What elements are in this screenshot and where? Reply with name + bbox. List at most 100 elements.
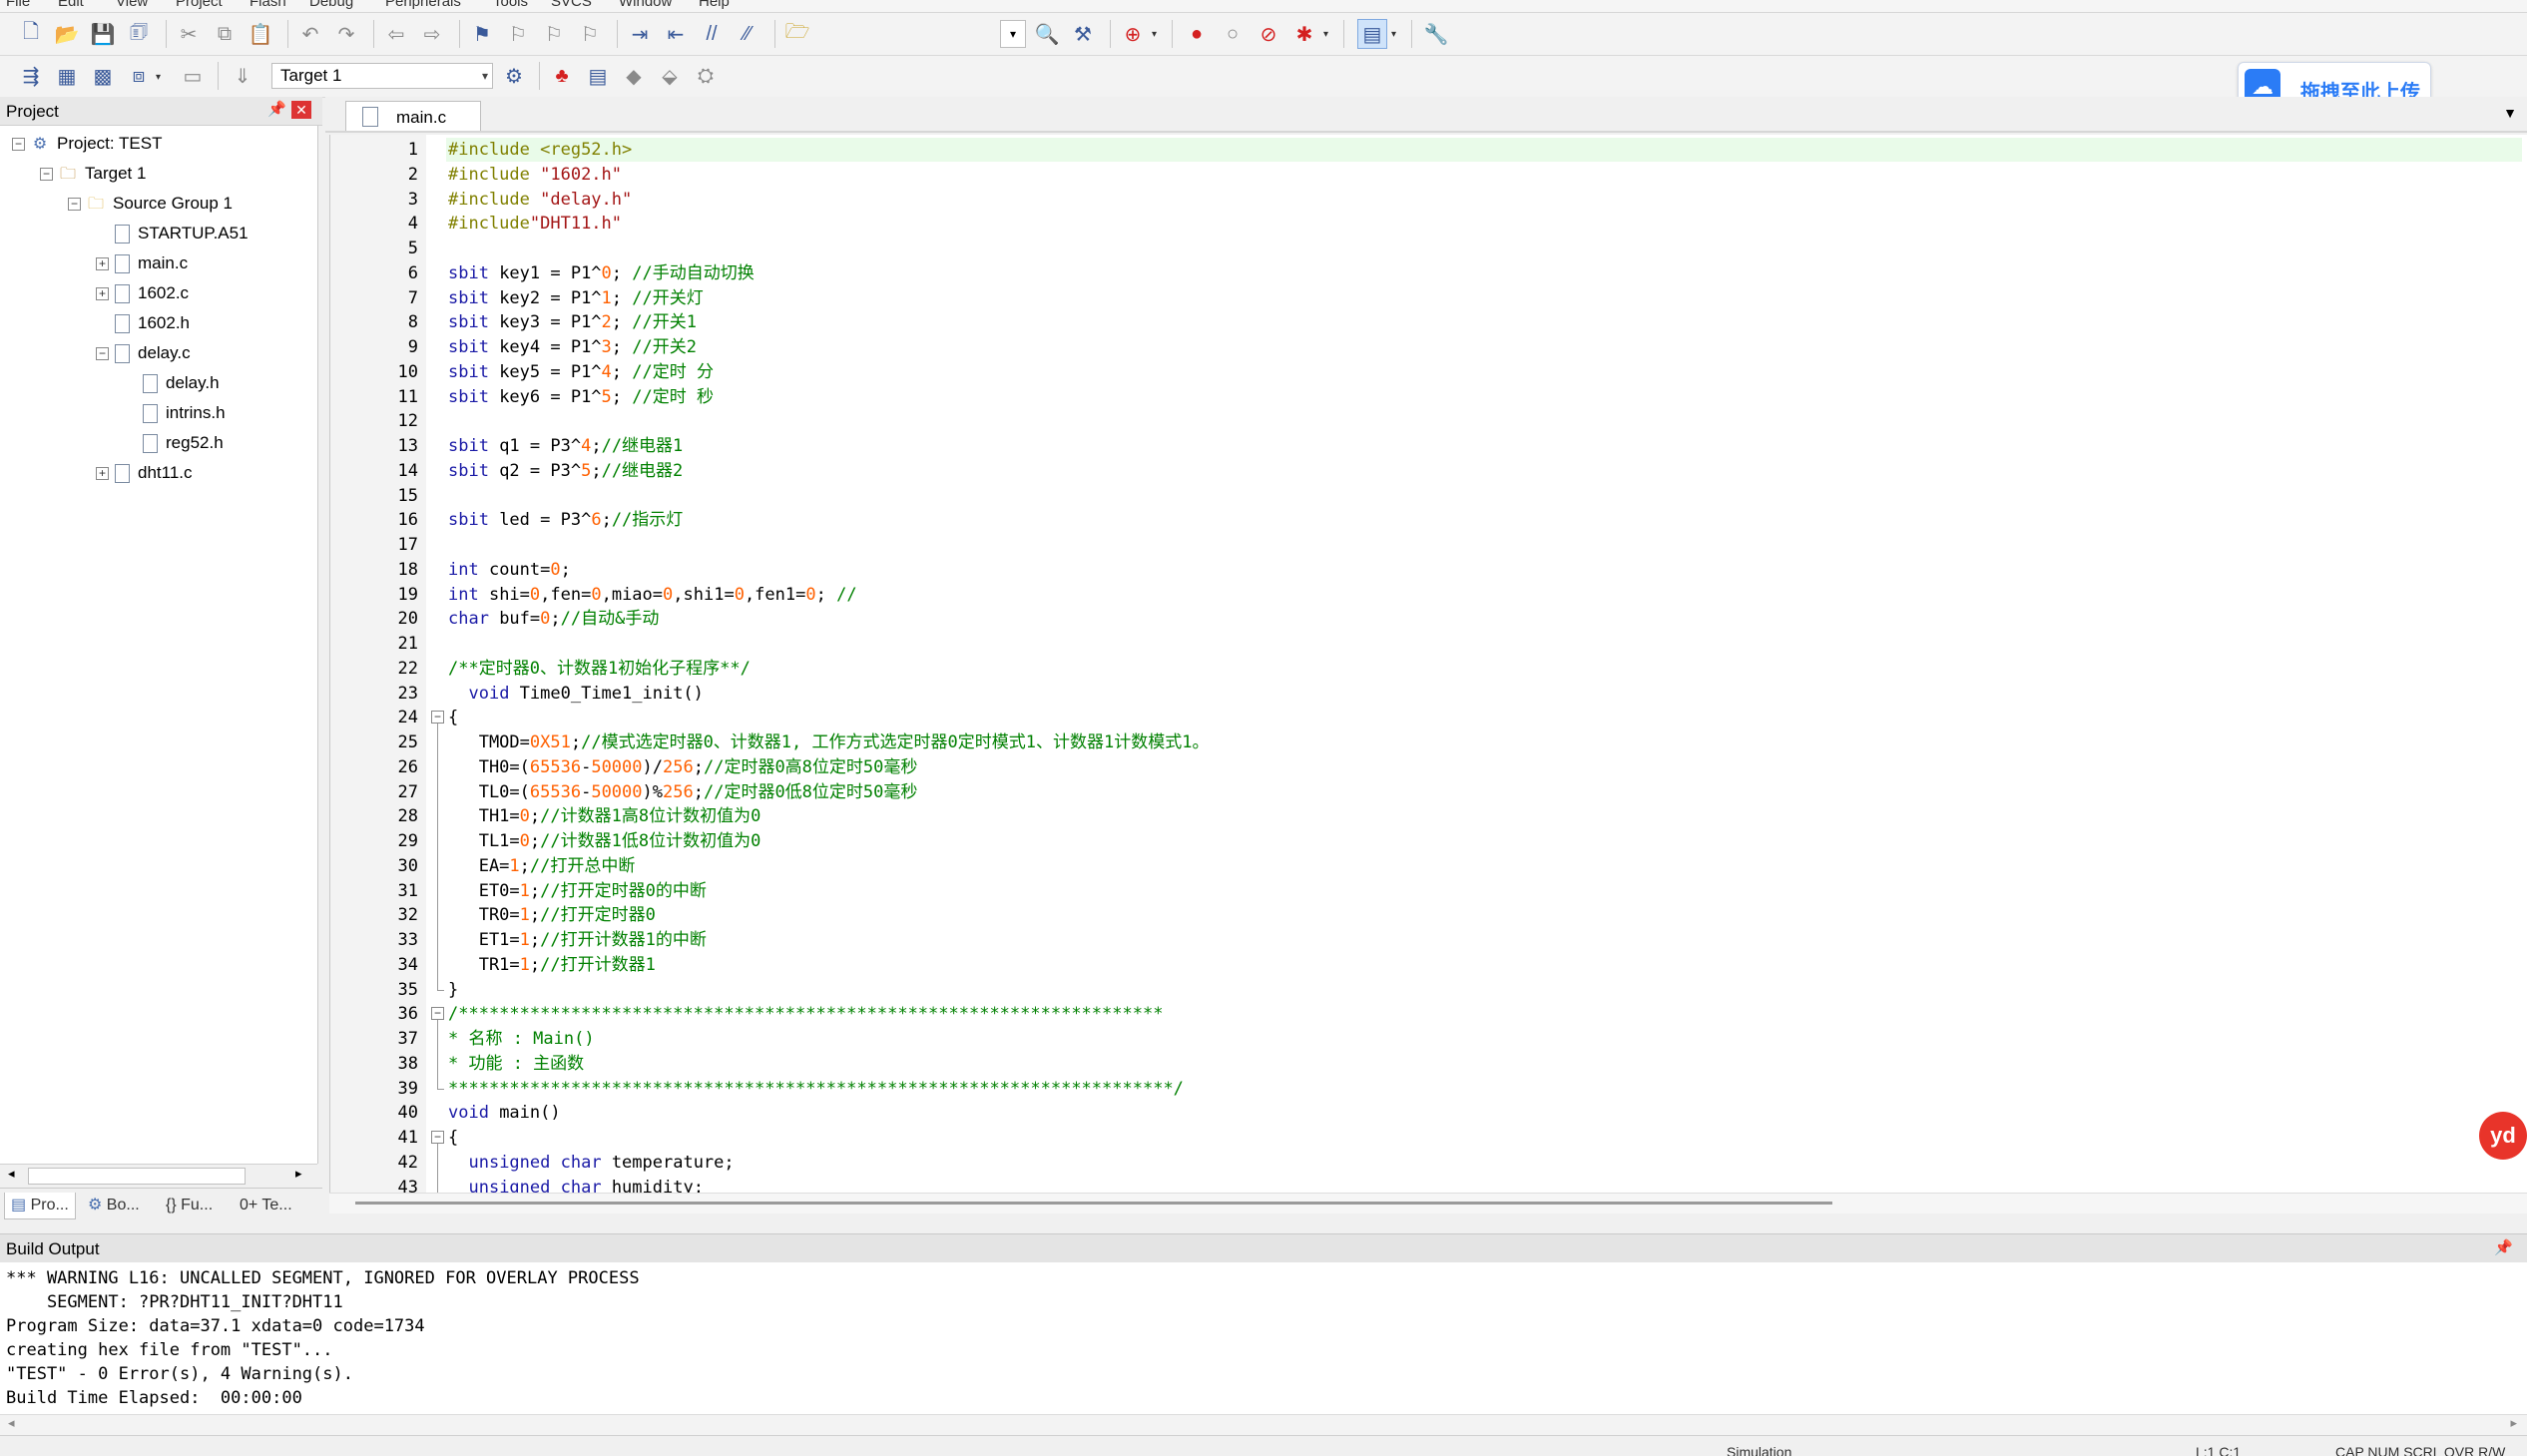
menu-svcs[interactable]: SVCS xyxy=(551,0,592,10)
code-line[interactable]: /***************************************… xyxy=(448,1002,1163,1026)
configure-icon[interactable]: 🔧 xyxy=(1421,19,1451,49)
code-line[interactable]: sbit q2 = P3^5;//继电器2 xyxy=(448,459,683,483)
scroll-thumb[interactable] xyxy=(355,1202,1832,1205)
expand-icon[interactable]: + xyxy=(96,257,109,271)
bookmark-toggle-icon[interactable]: ⚑ xyxy=(467,19,497,49)
expand-icon[interactable]: + xyxy=(96,287,109,301)
find-icon[interactable]: 🔍 xyxy=(1032,19,1062,49)
bookmark-prev-icon[interactable]: ⚐ xyxy=(503,19,533,49)
pin-icon[interactable]: 📌 xyxy=(2494,1238,2513,1256)
indent-icon[interactable]: ⇥ xyxy=(625,19,655,49)
unindent-icon[interactable]: ⇤ xyxy=(661,19,691,49)
code-line[interactable]: ET1=1;//打开计数器1的中断 xyxy=(448,928,707,952)
incremental-find-icon[interactable]: ⚒ xyxy=(1068,19,1098,49)
code-line[interactable]: { xyxy=(448,1126,458,1150)
tree-node[interactable]: − delay.c xyxy=(96,339,191,367)
tree-node[interactable]: 1602.h xyxy=(96,309,190,337)
code-line[interactable]: EA=1;//打开总中断 xyxy=(448,854,636,878)
breakpoint-disable-all-icon[interactable]: ⊘ xyxy=(1254,19,1283,49)
scroll-left-icon[interactable]: ◂ xyxy=(8,1166,15,1182)
batch-build-dropdown-icon[interactable]: ▾ xyxy=(156,72,161,83)
menu-file[interactable]: File xyxy=(6,0,30,10)
breakpoint-dropdown-icon[interactable]: ▾ xyxy=(1323,29,1328,40)
breakpoint-kill-all-icon[interactable]: ✱ xyxy=(1289,19,1319,49)
collapse-icon[interactable]: − xyxy=(96,347,109,361)
code-line[interactable]: sbit key4 = P1^3; //开关2 xyxy=(448,335,697,359)
pin-icon[interactable]: 📌 xyxy=(267,100,286,118)
code-line[interactable]: sbit key1 = P1^0; //手动自动切换 xyxy=(448,261,755,285)
open-file-icon[interactable]: 📂 xyxy=(52,19,82,49)
menu-flash[interactable]: Flash xyxy=(250,0,286,10)
code-line[interactable]: #include <reg52.h> xyxy=(448,138,632,162)
code-line[interactable]: TR1=1;//打开计数器1 xyxy=(448,953,656,977)
code-line[interactable]: int shi=0,fen=0,miao=0,shi1=0,fen1=0; // xyxy=(448,583,857,607)
tree-node[interactable]: delay.h xyxy=(124,369,220,397)
scroll-thumb[interactable] xyxy=(28,1168,246,1185)
code-line[interactable]: sbit key5 = P1^4; //定时 分 xyxy=(448,360,714,384)
code-line[interactable]: * 名称 : Main() xyxy=(448,1027,595,1051)
code-line[interactable]: sbit key2 = P1^1; //开关灯 xyxy=(448,286,704,310)
manage-rte-icon[interactable]: ◆ xyxy=(619,61,649,91)
scroll-right-icon[interactable]: ▸ xyxy=(295,1166,302,1182)
save-icon[interactable]: 💾 xyxy=(88,19,118,49)
code-editor[interactable]: 1 2 3 4 5 6 7 8 9 10 11 12 13 14 15 16 17 18 19 20 21 22 23 24 2… xyxy=(329,135,2527,1193)
debug-session-icon[interactable]: ⊕ xyxy=(1118,19,1148,49)
scroll-right-icon[interactable]: ▸ xyxy=(2510,1415,2517,1431)
code-line[interactable]: void Time0_Time1_init() xyxy=(448,682,703,706)
build-icon[interactable]: ▦ xyxy=(52,61,82,91)
menu-debug[interactable]: Debug xyxy=(309,0,353,10)
fold-toggle-icon[interactable]: − xyxy=(431,711,444,725)
code-line[interactable]: { xyxy=(448,706,458,729)
find-combo[interactable]: ▾ xyxy=(1000,20,1026,48)
new-file-icon[interactable]: 🗋 xyxy=(16,19,46,49)
menu-tools[interactable]: Tools xyxy=(493,0,528,10)
scroll-left-icon[interactable]: ◂ xyxy=(8,1415,15,1431)
code-line[interactable]: #include "1602.h" xyxy=(448,163,622,187)
tree-node[interactable]: +1602.c xyxy=(96,279,189,307)
youdao-icon[interactable]: yd xyxy=(2479,1112,2527,1160)
close-icon[interactable]: ✕ xyxy=(291,101,311,119)
editor-horizontal-scrollbar[interactable] xyxy=(329,1193,2527,1213)
tab-functions[interactable]: {} Fu... xyxy=(160,1193,219,1218)
nav-forward-icon[interactable]: ⇨ xyxy=(417,19,447,49)
menu-edit[interactable]: Edit xyxy=(58,0,84,10)
code-line[interactable]: sbit key6 = P1^5; //定时 秒 xyxy=(448,385,714,409)
rebuild-icon[interactable]: ▩ xyxy=(88,61,118,91)
code-line[interactable]: /**定时器0、计数器1初始化子程序**/ xyxy=(448,657,751,681)
manage-components-icon[interactable]: ♣ xyxy=(547,61,577,91)
menu-project[interactable]: Project xyxy=(176,0,223,10)
window-layout-icon[interactable]: ▤ xyxy=(1357,19,1387,49)
tree-node[interactable]: − 🗀 Target 1 xyxy=(40,160,146,188)
bookmark-next-icon[interactable]: ⚐ xyxy=(539,19,569,49)
menu-view[interactable]: View xyxy=(116,0,148,10)
code-line[interactable]: TR0=1;//打开定时器0 xyxy=(448,903,656,927)
find-in-files-icon[interactable]: 🗁 xyxy=(782,19,812,49)
tab-project[interactable]: ▤ Pro... xyxy=(4,1193,76,1219)
code-line[interactable]: TMOD=0X51;//模式选定时器0、计数器1, 工作方式选定时器0定时模式1… xyxy=(448,730,1210,754)
code-line[interactable]: #include"DHT11.h" xyxy=(448,212,622,236)
paste-icon[interactable]: 📋 xyxy=(246,19,275,49)
copy-icon[interactable]: ⧉ xyxy=(210,19,240,49)
tree-node[interactable]: + main.c xyxy=(96,249,188,277)
cut-icon[interactable]: ✂ xyxy=(174,19,204,49)
code-line[interactable]: TH1=0;//计数器1高8位计数初值为0 xyxy=(448,804,761,828)
collapse-icon[interactable]: − xyxy=(68,198,81,212)
batch-build-icon[interactable]: ⧈ xyxy=(124,61,154,91)
tree-node[interactable]: intrins.h xyxy=(124,399,226,427)
run-time-environment-icon[interactable]: ⛭ xyxy=(691,61,721,91)
collapse-icon[interactable]: − xyxy=(40,168,53,182)
menu-peripherals[interactable]: Peripherals xyxy=(385,0,461,10)
tab-books[interactable]: ⚙ Bo... xyxy=(82,1193,146,1218)
project-horizontal-scrollbar[interactable]: ◂ ▸ xyxy=(0,1164,317,1187)
nav-back-icon[interactable]: ⇦ xyxy=(381,19,411,49)
breakpoint-enable-icon[interactable]: ○ xyxy=(1218,19,1248,49)
select-packs-icon[interactable]: ▤ xyxy=(583,61,613,91)
code-line[interactable]: int count=0; xyxy=(448,558,571,582)
code-line[interactable]: unsigned char temperature; xyxy=(448,1151,734,1175)
code-line[interactable]: #include "delay.h" xyxy=(448,188,632,212)
stop-build-icon[interactable]: ▭ xyxy=(178,61,208,91)
menu-window[interactable]: Window xyxy=(619,0,672,10)
undo-icon[interactable]: ↶ xyxy=(295,19,325,49)
code-line[interactable]: TH0=(65536-50000)/256;//定时器0高8位定时50毫秒 xyxy=(448,755,918,779)
download-icon[interactable]: ⇓ xyxy=(228,61,257,91)
